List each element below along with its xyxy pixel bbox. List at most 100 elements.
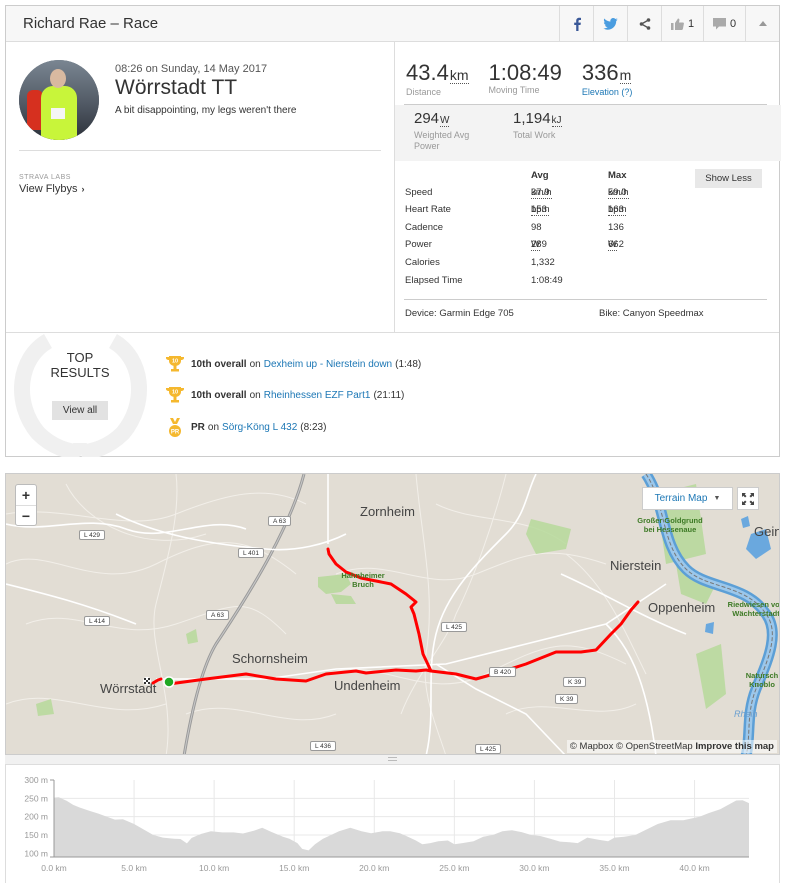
- stats-row-label: Speed: [405, 187, 433, 198]
- bike-info: Bike: Canyon Speedmax: [599, 308, 704, 319]
- activity-summary: 08:26 on Sunday, 14 May 2017 Wörrstadt T…: [6, 42, 394, 332]
- share-icon: [639, 17, 650, 30]
- stats-row-avg-value: 1,332: [531, 257, 555, 268]
- road-shield: L 414: [84, 616, 111, 626]
- avg-column-header: Avg: [531, 170, 549, 181]
- stats-row: Cadence 98 136: [405, 222, 705, 236]
- y-tick-label: 200 m: [24, 812, 48, 822]
- place-label-undenheim: Undenheim: [334, 678, 401, 693]
- park-label-naturschutz: Natursch Knoblo: [745, 671, 779, 689]
- top-result-item: 10 10th overall on Rheinhessen EZF Part1 (21…: [166, 386, 404, 404]
- place-label-zornheim: Zornheim: [360, 504, 415, 519]
- zoom-in-button[interactable]: +: [16, 485, 36, 505]
- road-shield: L 401: [238, 548, 265, 558]
- divider: [19, 150, 381, 151]
- elevation-area: [54, 797, 749, 857]
- result-rank: 10th overall: [191, 389, 247, 401]
- stats-row-max-value: 662: [608, 239, 624, 250]
- road-shield: L 425: [475, 744, 502, 754]
- map-resize-handle[interactable]: [5, 755, 780, 765]
- stats-row-label: Calories: [405, 257, 440, 268]
- stats-row-max: 59.0 km/h: [608, 187, 629, 199]
- segment-link[interactable]: Dexheim up - Nierstein down: [264, 359, 392, 370]
- collapse-button[interactable]: [745, 5, 779, 42]
- svg-text:10: 10: [172, 359, 178, 365]
- x-tick-label: 35.0 km: [599, 863, 629, 873]
- elevation-help-link[interactable]: Elevation (?): [582, 87, 633, 97]
- view-flybys-link[interactable]: View Flybys ›: [19, 183, 84, 195]
- show-less-button[interactable]: Show Less: [695, 169, 762, 188]
- elevation-chart[interactable]: 100 m 150 m 200 m 250 m 300 m 0.0 km 5.0 km 10.…: [5, 765, 780, 883]
- stat-total-work: 1,194kJ Total Work: [513, 110, 562, 141]
- road-shield: A 63: [268, 516, 292, 526]
- place-label-nierstein: Nierstein: [610, 558, 662, 573]
- fullscreen-button[interactable]: [737, 487, 759, 510]
- x-tick-label: 5.0 km: [121, 863, 147, 873]
- activity-description: A bit disappointing, my legs weren't the…: [115, 105, 297, 116]
- weighted-power-value: 294: [414, 110, 440, 127]
- road-shield: K 39: [563, 677, 587, 687]
- activity-card: Richard Rae – Race 1 0 08:26 on Sunday, …: [5, 5, 781, 457]
- chevron-right-icon: ›: [81, 184, 85, 194]
- place-label-oppenheim: Oppenheim: [648, 600, 716, 615]
- result-rank: 10th overall: [191, 358, 247, 370]
- place-label-schornsheim: Schornsheim: [232, 651, 308, 666]
- road-shield: A 63: [206, 610, 230, 620]
- svg-text:10: 10: [172, 390, 178, 396]
- activity-datetime: 08:26 on Sunday, 14 May 2017: [115, 63, 268, 75]
- park-label-goldgrund: Großer Goldgrund bei Hessenaue: [637, 516, 703, 534]
- zoom-out-button[interactable]: −: [16, 505, 36, 525]
- improve-map-link[interactable]: Improve this map: [695, 741, 774, 752]
- weighted-power-label: Weighted Avg Power: [414, 130, 470, 151]
- stats-row-avg-value: 98: [531, 222, 542, 233]
- stats-row-label: Cadence: [405, 222, 444, 233]
- stats-row-avg-value: 153: [531, 204, 547, 215]
- top-result-item: 10 10th overall on Dexheim up - Nierstein d…: [166, 355, 421, 373]
- stats-row-avg: 153 bpm: [531, 204, 550, 216]
- view-all-results-button[interactable]: View all: [52, 401, 108, 420]
- x-tick-label: 40.0 km: [679, 863, 709, 873]
- total-work-unit: kJ: [551, 115, 562, 127]
- map-type-dropdown[interactable]: Terrain Map ▼: [642, 487, 733, 510]
- stat-moving-time: 1:08:49 Moving Time: [489, 60, 562, 97]
- strava-labs-caption: STRAVA LABS: [19, 174, 71, 181]
- y-tick-label: 250 m: [24, 793, 48, 803]
- facebook-share-button[interactable]: [559, 5, 593, 42]
- secondary-stats: 294W Weighted Avg Power 1,194kJ Total Wo…: [395, 105, 781, 161]
- x-tick-label: 20.0 km: [359, 863, 389, 873]
- result-on-text: on: [249, 358, 261, 370]
- share-button[interactable]: [627, 5, 661, 42]
- map-attribution: © Mapbox © OpenStreetMap Improve this ma…: [566, 740, 777, 753]
- x-tick-label: 30.0 km: [519, 863, 549, 873]
- road-shield: K 39: [555, 694, 579, 704]
- route-map[interactable]: Zornheim Nierstein Oppenheim Schornsheim…: [5, 473, 780, 755]
- twitter-share-button[interactable]: [593, 5, 627, 42]
- stats-row-max-value: 136: [608, 222, 624, 233]
- chevron-down-icon: ▼: [713, 495, 721, 502]
- stats-row: Elapsed Time 1:08:49: [405, 275, 705, 289]
- total-work-label: Total Work: [513, 130, 556, 140]
- place-label-gein: Gein: [754, 524, 780, 539]
- top-results-title-line2: RESULTS: [50, 365, 110, 380]
- drag-handle-icon[interactable]: [388, 757, 397, 761]
- weighted-power-unit: W: [440, 115, 450, 127]
- elevation-chart-svg: 100 m 150 m 200 m 250 m 300 m 0.0 km 5.0 km 10.…: [24, 775, 749, 873]
- expand-icon: [742, 492, 754, 505]
- segment-link[interactable]: Sörg-Köng L 432: [222, 422, 297, 433]
- road-shield: L 429: [79, 530, 106, 540]
- thumbs-up-icon: [670, 18, 684, 30]
- y-tick-label: 100 m: [24, 848, 48, 858]
- divider: [404, 299, 767, 300]
- comments-button[interactable]: 0: [703, 5, 745, 42]
- place-label-woerrstadt: Wörrstadt: [100, 681, 157, 696]
- distance-value: 43.4: [406, 60, 449, 85]
- stats-row-avg-value: 289: [531, 239, 547, 250]
- kudos-button[interactable]: 1: [661, 5, 703, 42]
- facebook-icon: [573, 17, 581, 31]
- segment-link[interactable]: Rheinhessen EZF Part1: [264, 390, 371, 401]
- river-label-rhein: Rhein: [734, 709, 758, 719]
- stats-row-avg: 37.9 km/h: [531, 187, 552, 199]
- athlete-avatar[interactable]: [19, 60, 99, 140]
- activity-header-title: Richard Rae – Race: [23, 15, 159, 32]
- result-on-text: on: [207, 421, 220, 433]
